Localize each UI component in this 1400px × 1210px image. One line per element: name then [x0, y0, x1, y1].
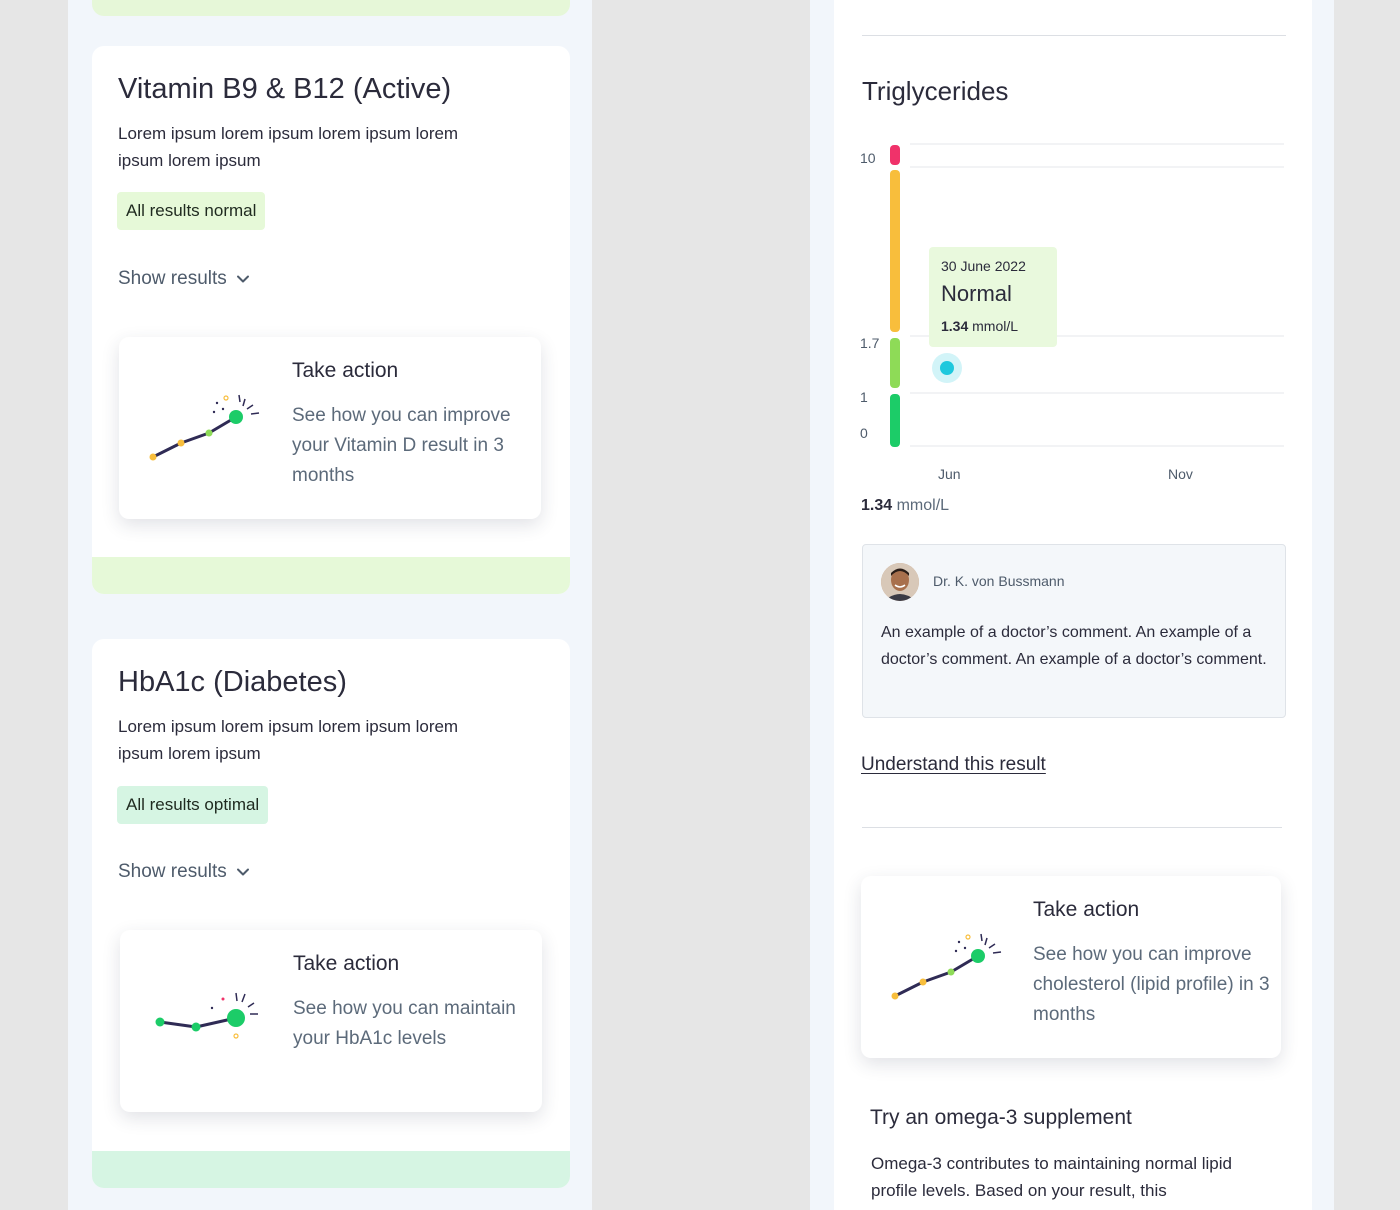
- supplement-title: Try an omega-3 supplement: [870, 1106, 1132, 1129]
- take-action-text: See how you can improve cholesterol (lip…: [1033, 944, 1270, 1025]
- understand-result-link[interactable]: Understand this result: [861, 754, 1046, 776]
- triglycerides-chart: 10 1.7 1 0 Jun Nov: [860, 143, 1284, 482]
- divider: [862, 827, 1282, 828]
- show-results-button[interactable]: Show results: [118, 268, 251, 290]
- previous-card-footer: [92, 0, 570, 16]
- tooltip-status: Normal: [941, 281, 1012, 306]
- divider: [862, 35, 1286, 36]
- take-action-text: See how you can improve your Vitamin D r…: [292, 405, 511, 486]
- comment-text: An example of a doctor’s comment. An exa…: [881, 624, 1267, 668]
- avatar: [881, 563, 919, 601]
- tooltip-value: 1.34 mmol/L: [941, 318, 1019, 334]
- page-title: Triglycerides: [862, 76, 1009, 106]
- take-action-title: Take action: [293, 952, 400, 975]
- take-action-card[interactable]: Take action See how you can improve your…: [119, 337, 541, 519]
- status-badge: All results optimal: [117, 786, 269, 824]
- range-bar-elevated: [890, 170, 900, 332]
- card-footer: [92, 1151, 570, 1188]
- doctor-name: Dr. K. von Bussmann: [933, 573, 1065, 589]
- status-badge: All results normal: [117, 192, 266, 230]
- left-screen: Vitamin B9 & B12 (Active) Lorem ipsum lo…: [68, 0, 592, 1210]
- data-tooltip: 30 June 2022 Normal 1.34 mmol/L: [929, 247, 1057, 347]
- data-point: [940, 361, 954, 375]
- tooltip-date: 30 June 2022: [941, 258, 1026, 274]
- progress-trend-icon: [149, 394, 260, 461]
- chevron-down-icon: [236, 275, 249, 283]
- range-bar-optimal: [890, 394, 900, 447]
- result-value: 1.34 mmol/L: [861, 497, 950, 514]
- y-tick-label: 1: [860, 389, 868, 405]
- card-description: Lorem ipsum lorem ipsum lorem ipsum lore…: [118, 717, 459, 763]
- take-action-title: Take action: [292, 359, 399, 382]
- show-results-label: Show results: [118, 861, 227, 882]
- y-tick-label: 10: [860, 150, 876, 166]
- range-bar-high: [890, 145, 900, 165]
- y-tick-label: 0: [860, 425, 868, 441]
- take-action-card[interactable]: Take action See how you can maintain you…: [120, 930, 542, 1112]
- test-card-hba1c: HbA1c (Diabetes) Lorem ipsum lorem ipsum…: [92, 639, 570, 1188]
- result-detail-panel: Triglycerides 10 1.7 1 0 Jun Nov 30 June…: [834, 0, 1312, 1210]
- x-tick-label: Nov: [1168, 466, 1193, 482]
- test-card-vitamin-b9-b12: Vitamin B9 & B12 (Active) Lorem ipsum lo…: [92, 46, 570, 594]
- card-description: Lorem ipsum lorem ipsum lorem ipsum lore…: [118, 124, 459, 170]
- range-bar-normal: [890, 338, 900, 388]
- doctor-avatar-icon: [881, 563, 919, 601]
- y-tick-label: 1.7: [860, 335, 880, 351]
- card-title: HbA1c (Diabetes): [118, 666, 347, 698]
- card-footer: [92, 557, 570, 594]
- take-action-card[interactable]: Take action See how you can improve chol…: [861, 876, 1281, 1058]
- take-action-title: Take action: [1033, 898, 1140, 921]
- x-tick-label: Jun: [938, 466, 961, 482]
- show-results-button[interactable]: Show results: [118, 861, 251, 883]
- chevron-down-icon: [236, 868, 249, 876]
- card-title: Vitamin B9 & B12 (Active): [118, 73, 452, 105]
- progress-trend-icon: [891, 933, 1002, 1000]
- show-results-label: Show results: [118, 268, 227, 289]
- supplement-text: Omega-3 contributes to maintaining norma…: [871, 1154, 1232, 1200]
- maintain-trend-icon: [155, 992, 258, 1039]
- doctor-comment: Dr. K. von Bussmann An example of a doct…: [862, 544, 1286, 718]
- right-screen: Triglycerides 10 1.7 1 0 Jun Nov 30 June…: [810, 0, 1334, 1210]
- take-action-text: See how you can maintain your HbA1c leve…: [293, 998, 516, 1049]
